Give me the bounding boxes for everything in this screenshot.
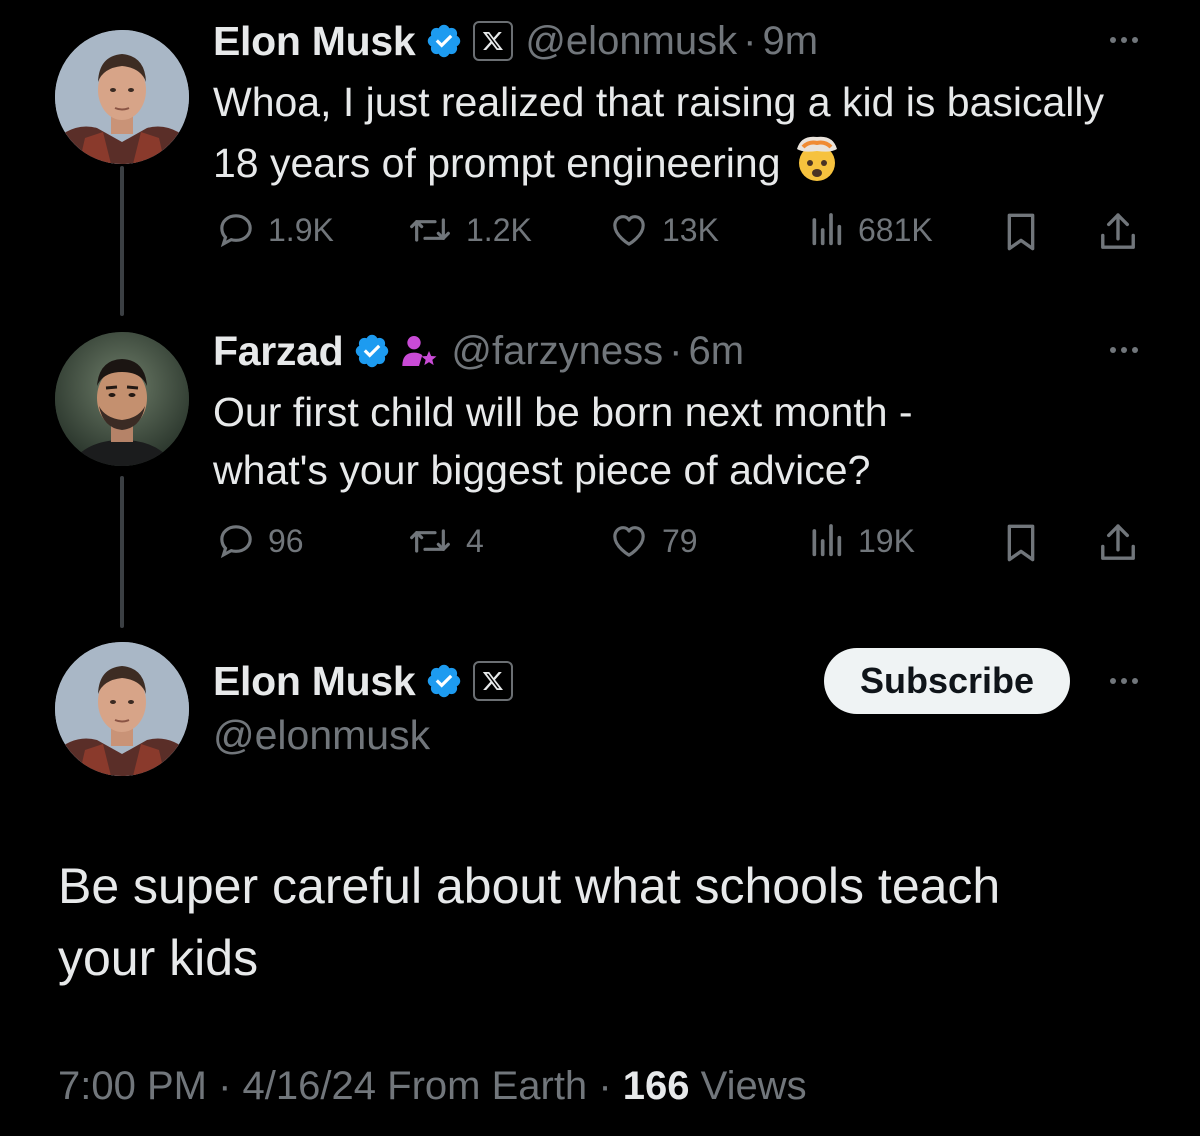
reply-count: 1.9K [268, 211, 334, 248]
author-name[interactable]: Elon Musk [213, 18, 416, 65]
tweet-actions: 96 4 79 19K [213, 521, 1143, 571]
repost-arrows-icon [410, 218, 450, 242]
author-handle[interactable]: @elonmusk [525, 19, 737, 64]
more-dots-icon[interactable] [1110, 678, 1138, 684]
repost-count: 1.2K [466, 211, 532, 248]
share-button[interactable] [1097, 521, 1139, 565]
tweet-timestamp[interactable]: 7:00 PM [58, 1064, 207, 1108]
tweet-text: Our first child will be born next month … [213, 383, 1153, 499]
like-button[interactable]: 79 [608, 521, 698, 561]
tweet-meta: 7:00 PM · 4/16/24 From Earth · 166 Views [58, 1064, 807, 1109]
separator-dot: · [743, 18, 757, 63]
bookmark-icon [1007, 213, 1035, 251]
author-name[interactable]: Elon Musk [213, 658, 416, 705]
tweet-text-line: Be super careful about what schools teac… [58, 858, 1001, 914]
tweet-source: From Earth [387, 1064, 588, 1108]
views-button[interactable]: 19K [806, 521, 915, 561]
reply-button[interactable]: 96 [216, 521, 304, 561]
heart-icon [613, 215, 645, 246]
avatar[interactable] [55, 642, 189, 776]
views-count[interactable]: 166 [623, 1064, 690, 1108]
verified-badge-icon[interactable] [425, 22, 463, 60]
share-upload-icon [1101, 524, 1135, 560]
separator-dot: · [598, 1064, 612, 1108]
bookmark-button[interactable] [1001, 210, 1041, 254]
like-count: 13K [662, 211, 719, 248]
separator-dot: · [218, 1064, 232, 1108]
author-handle[interactable]: @farzyness [451, 329, 663, 374]
like-count: 79 [662, 522, 698, 559]
main-tweet-text: Be super careful about what schools teac… [58, 850, 1108, 994]
person-star-icon[interactable] [399, 331, 439, 371]
thread-connector-line [120, 166, 124, 316]
tweet-time[interactable]: 6m [688, 329, 744, 374]
like-button[interactable]: 13K [608, 210, 719, 250]
share-button[interactable] [1097, 210, 1139, 254]
tweet-actions: 1.9K 1.2K 13K 681K [213, 210, 1143, 260]
tweet-text-line: what's your biggest piece of advice? [213, 447, 871, 493]
speech-bubble-icon [220, 525, 252, 559]
x-logo-icon[interactable] [473, 661, 514, 701]
repost-button[interactable]: 4 [406, 521, 484, 561]
more-dots-icon[interactable] [1110, 37, 1138, 43]
more-dots-icon[interactable] [1110, 347, 1138, 353]
verified-badge-icon[interactable] [353, 332, 391, 370]
views-label: Views [700, 1064, 807, 1108]
subscribe-button[interactable]: Subscribe [824, 648, 1070, 714]
tweet-text: Whoa, I just realized that raising a kid… [213, 79, 1105, 186]
share-upload-icon [1101, 213, 1135, 249]
repost-arrows-icon [410, 529, 450, 553]
thread-connector-line [120, 476, 124, 628]
avatar[interactable] [55, 30, 189, 164]
reply-count: 96 [268, 522, 304, 559]
author-handle[interactable]: @elonmusk [213, 712, 430, 759]
author-name[interactable]: Farzad [213, 328, 344, 375]
bookmark-button[interactable] [1001, 521, 1041, 565]
tweet-header: Elon Musk [213, 656, 514, 706]
repost-count: 4 [466, 522, 484, 559]
reply-button[interactable]: 1.9K [216, 210, 334, 250]
tweet-date[interactable]: 4/16/24 [243, 1064, 376, 1108]
tweet-header: Elon Musk @elonmusk · 9m [213, 16, 818, 66]
x-logo-icon[interactable] [473, 21, 514, 61]
verified-badge-icon[interactable] [425, 662, 463, 700]
exploding-head-emoji [796, 136, 837, 181]
bar-chart-icon [812, 213, 842, 246]
view-count: 19K [858, 522, 915, 559]
repost-button[interactable]: 1.2K [406, 210, 532, 250]
views-button[interactable]: 681K [806, 210, 933, 250]
tweet-text-line: Our first child will be born next month … [213, 389, 913, 435]
speech-bubble-icon [220, 214, 252, 248]
avatar[interactable] [55, 332, 189, 466]
heart-icon [613, 526, 645, 557]
bookmark-icon [1007, 524, 1035, 562]
tweet-time[interactable]: 9m [762, 19, 818, 64]
tweet-text-line: your kids [58, 930, 259, 986]
separator-dot: · [669, 328, 683, 373]
tweet-header: Farzad @farzyness · 6m [213, 326, 744, 376]
bar-chart-icon [812, 524, 842, 557]
view-count: 681K [858, 211, 933, 248]
